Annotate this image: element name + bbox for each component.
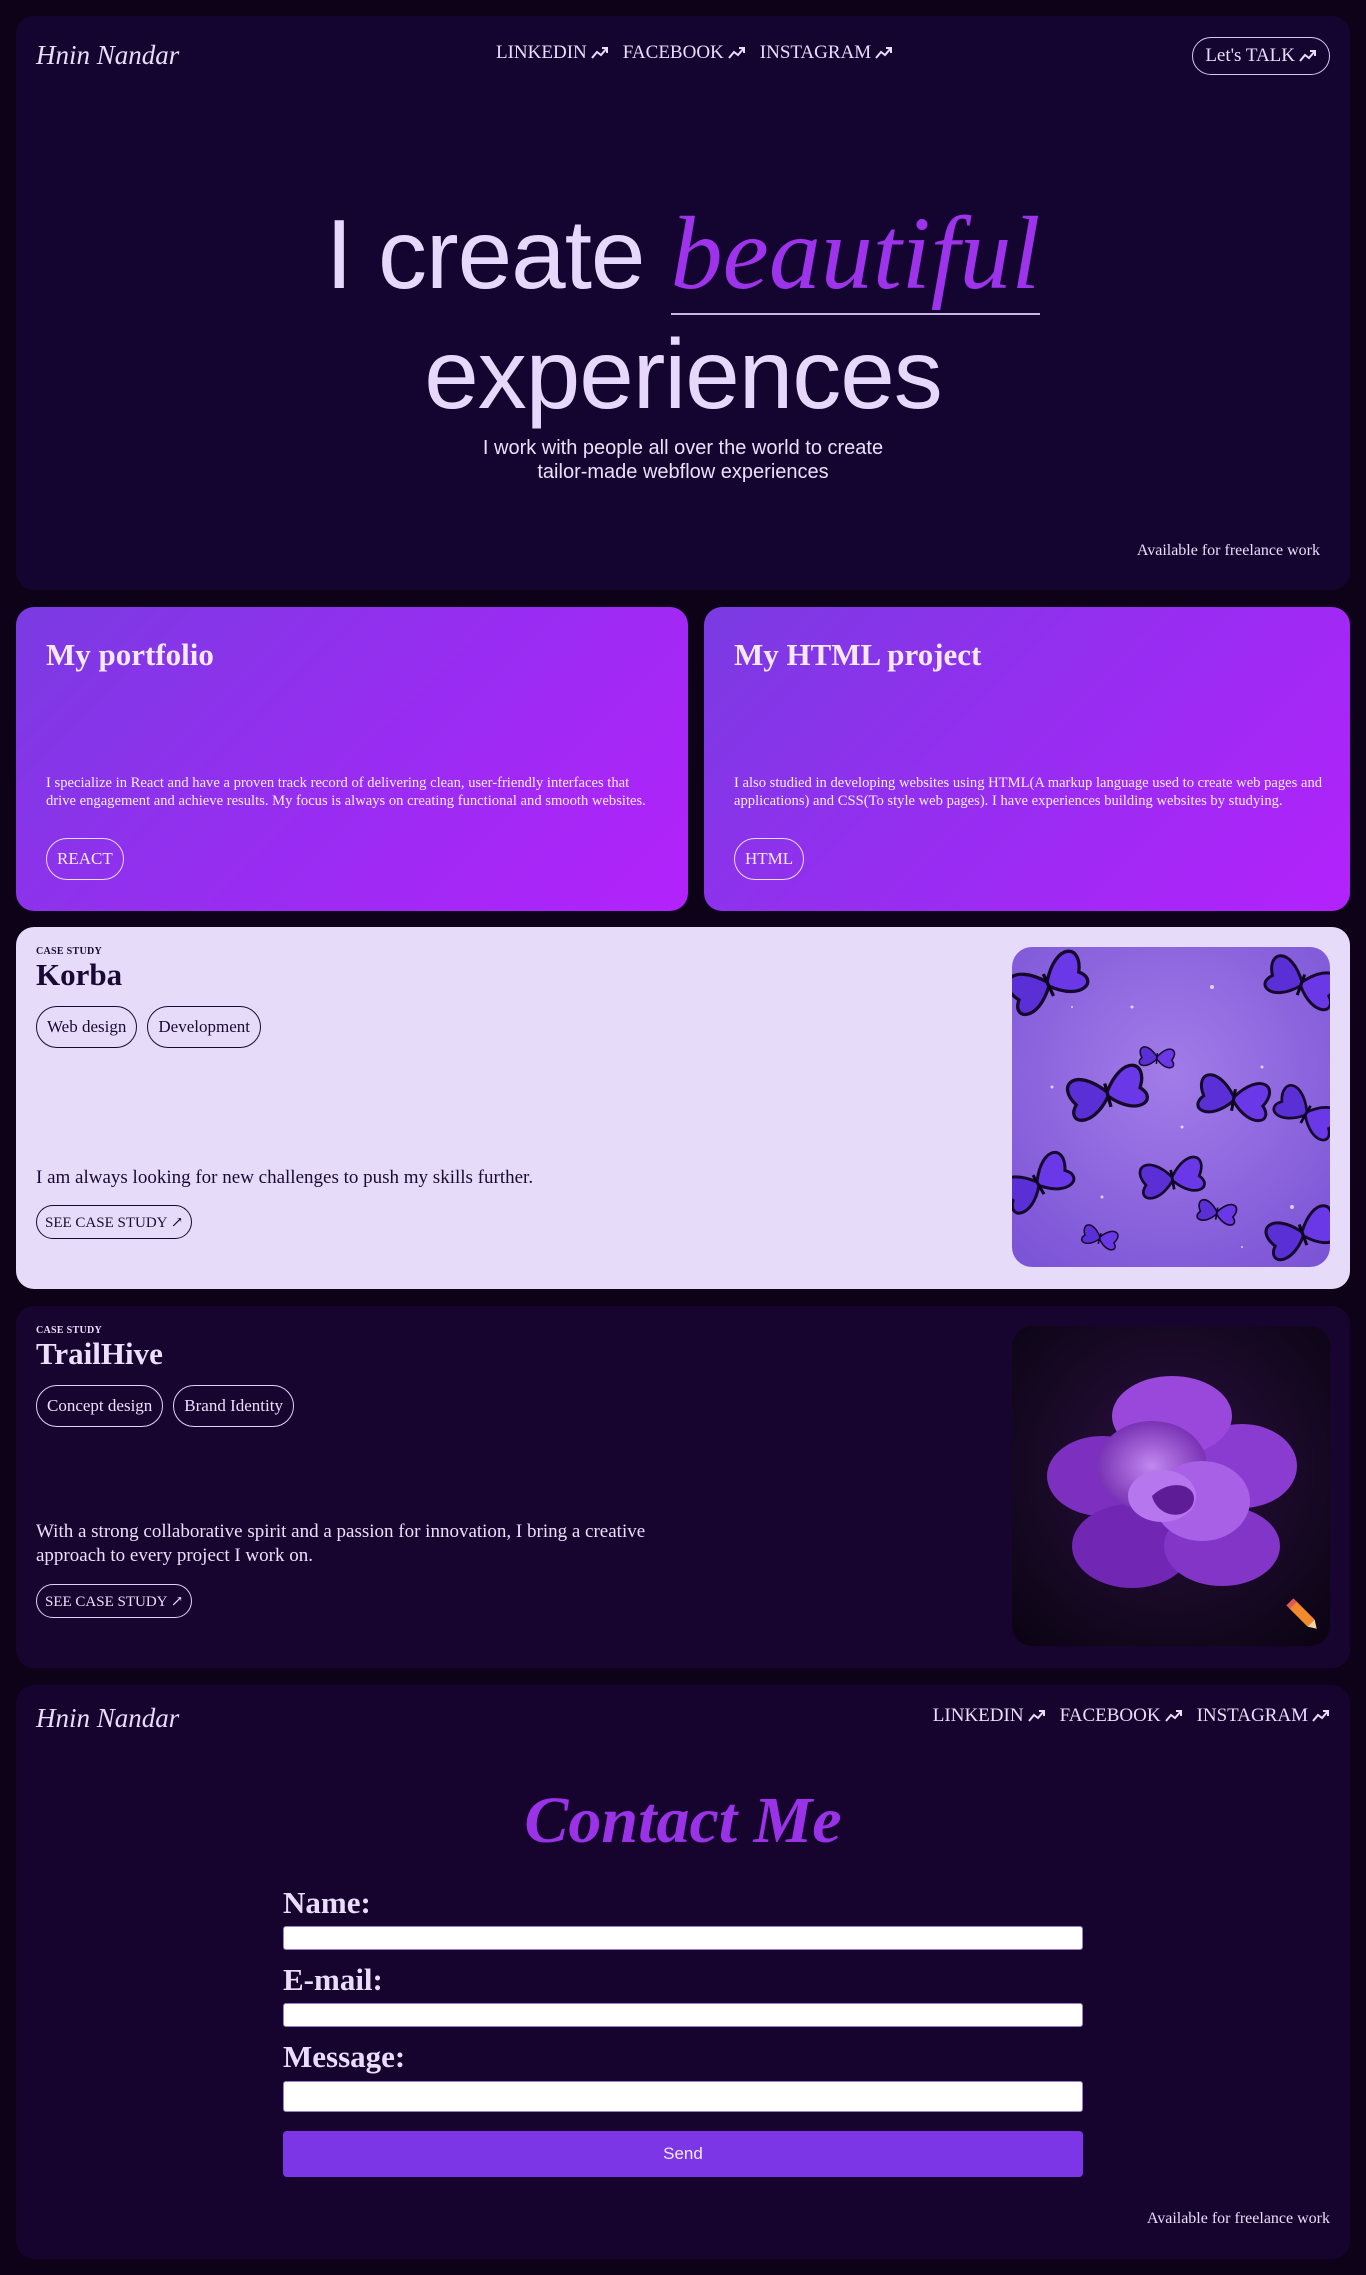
see-case-study-button[interactable]: SEE CASE STUDY ↗ [36, 1584, 193, 1618]
nav-facebook[interactable]: FACEBOOK [1060, 1705, 1183, 1727]
trend-arrow-icon [727, 47, 745, 59]
trend-arrow-icon [1164, 1710, 1182, 1722]
availability-note: Available for freelance work [1136, 542, 1320, 559]
nav-facebook-label: FACEBOOK [622, 42, 724, 63]
case-description: I am always looking for new challenges t… [36, 1167, 534, 1188]
hero-heading-line2: experiences [424, 319, 942, 429]
hero-heading-accent: beautiful [670, 196, 1041, 315]
trend-arrow-icon [1299, 50, 1316, 62]
nav-linkedin-label: LINKEDIN [496, 42, 587, 63]
case-tags: Concept design Brand Identity [36, 1385, 294, 1427]
contact-section: Hnin Nandar LINKEDIN FACEBOOK INSTAGRAM … [16, 1685, 1350, 2259]
case-study-eyebrow: CASE STUDY [36, 1325, 103, 1336]
nav-linkedin-label: LINKEDIN [932, 1705, 1024, 1726]
hero-subtitle-line2: tailor-made webflow experiences [537, 461, 829, 483]
lets-talk-label: Let's TALK [1205, 45, 1295, 66]
tag-concept-design[interactable]: Concept design [36, 1385, 164, 1427]
flower-illustration [1012, 1326, 1330, 1646]
case-study-korba: CASE STUDY Korba Web design Development … [16, 927, 1350, 1289]
html-tag[interactable]: HTML [734, 838, 805, 880]
hero-section: Hnin Nandar LINKEDIN FACEBOOK INSTAGRAM … [16, 16, 1350, 590]
name-input[interactable] [283, 1926, 1083, 1950]
portfolio-card[interactable]: My portfolio I specialize in React and h… [16, 607, 688, 911]
message-label: Message: [283, 2039, 406, 2074]
availability-note: Available for freelance work [1146, 2210, 1330, 2227]
email-input[interactable] [283, 2003, 1083, 2027]
card-text: I also studied in developing websites us… [734, 775, 1323, 809]
hero-subtitle: I work with people all over the world to… [16, 436, 1350, 484]
lets-talk-button[interactable]: Let's TALK [1192, 37, 1330, 75]
tag-brand-identity[interactable]: Brand Identity [173, 1385, 294, 1427]
tag-development[interactable]: Development [147, 1006, 261, 1048]
see-case-study-button[interactable]: SEE CASE STUDY ↗ [36, 1205, 193, 1239]
trend-arrow-icon [590, 47, 608, 59]
brand-logo[interactable]: Hnin Nandar [36, 1703, 179, 1734]
case-study-trailhive: CASE STUDY TrailHive Concept design Bran… [16, 1306, 1350, 1668]
brand-logo[interactable]: Hnin Nandar [36, 40, 179, 71]
hero-subtitle-line1: I work with people all over the world to… [482, 437, 884, 459]
nav-linkedin[interactable]: LINKEDIN [933, 1705, 1046, 1727]
tag-web-design[interactable]: Web design [36, 1006, 138, 1048]
case-study-title: TrailHive [36, 1336, 163, 1371]
case-study-title: Korba [36, 957, 123, 992]
case-description: With a strong collaborative spirit and a… [36, 1521, 646, 1566]
flower-image[interactable] [1012, 1326, 1330, 1646]
nav-instagram-label: INSTAGRAM [1196, 1705, 1308, 1726]
top-nav: LINKEDIN FACEBOOK INSTAGRAM [496, 42, 893, 64]
case-tags: Web design Development [36, 1006, 261, 1048]
message-textarea[interactable] [283, 2081, 1083, 2112]
card-text: I specialize in React and have a proven … [46, 775, 646, 809]
html-project-card[interactable]: My HTML project I also studied in develo… [704, 607, 1350, 911]
react-tag[interactable]: REACT [46, 838, 124, 880]
nav-linkedin[interactable]: LINKEDIN [496, 42, 609, 64]
trend-arrow-icon [1027, 1710, 1045, 1722]
nav-instagram[interactable]: INSTAGRAM [760, 42, 893, 64]
contact-title: Contact Me [524, 1784, 842, 1857]
email-label: E-mail: [283, 1962, 383, 1997]
hero-heading-text: I create [325, 199, 671, 309]
case-study-eyebrow: CASE STUDY [36, 946, 103, 957]
trend-arrow-icon [1312, 1710, 1329, 1722]
nav-instagram[interactable]: INSTAGRAM [1197, 1705, 1330, 1727]
butterflies-illustration [1012, 947, 1330, 1267]
card-title: My HTML project [734, 637, 982, 672]
nav-facebook-label: FACEBOOK [1059, 1705, 1161, 1726]
butterflies-image[interactable] [1012, 947, 1330, 1267]
send-button[interactable]: Send [283, 2131, 1083, 2177]
trend-arrow-icon [875, 47, 893, 59]
hero-heading-line1: I create beautiful [16, 196, 1350, 315]
nav-instagram-label: INSTAGRAM [759, 42, 872, 63]
card-title: My portfolio [46, 637, 214, 672]
name-label: Name: [283, 1885, 371, 1920]
nav-facebook[interactable]: FACEBOOK [623, 42, 746, 64]
footer-nav: LINKEDIN FACEBOOK INSTAGRAM [933, 1705, 1330, 1727]
